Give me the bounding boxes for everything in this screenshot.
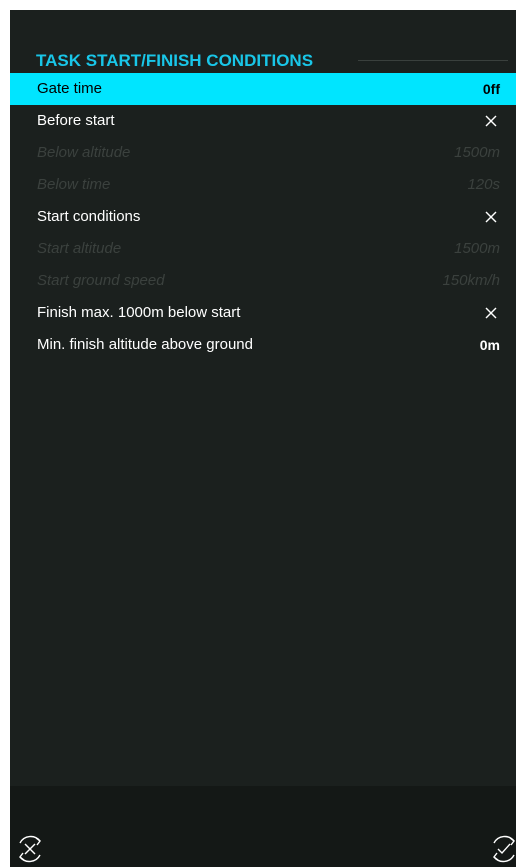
- row-value: 120s: [467, 176, 500, 193]
- section-title: TASK START/FINISH CONDITIONS: [36, 51, 314, 70]
- row-label: Below altitude: [37, 144, 131, 161]
- rotate-confirm-icon[interactable]: [486, 831, 516, 867]
- x-mark-icon[interactable]: [484, 306, 498, 320]
- row-value: 150km/h: [442, 272, 500, 289]
- x-mark-icon[interactable]: [484, 210, 498, 224]
- rotate-cancel-icon[interactable]: [12, 831, 48, 867]
- row-value: 0m: [479, 337, 500, 353]
- footer-bar: [10, 786, 516, 867]
- row-gate-time[interactable]: Gate time 0ff: [10, 73, 516, 105]
- row-label: Gate time: [37, 80, 103, 97]
- x-mark-icon[interactable]: [484, 114, 498, 128]
- row-start-conditions[interactable]: Start conditions: [10, 201, 516, 233]
- section-divider: [358, 60, 508, 61]
- row-label: Below time: [37, 176, 111, 193]
- row-label: Start conditions: [37, 208, 141, 225]
- row-finish-max-below-start[interactable]: Finish max. 1000m below start: [10, 297, 516, 329]
- row-value: 0ff: [482, 81, 500, 97]
- section-header: TASK START/FINISH CONDITIONS: [10, 50, 516, 72]
- row-label: Min. finish altitude above ground: [37, 336, 253, 353]
- row-before-start[interactable]: Before start: [10, 105, 516, 137]
- settings-screen: TASK START/FINISH CONDITIONS Gate time 0…: [10, 10, 516, 867]
- row-label: Before start: [37, 112, 115, 129]
- row-value: 1500m: [454, 240, 500, 257]
- row-start-altitude: Start altitude 1500m: [10, 233, 516, 265]
- row-start-ground-speed: Start ground speed 150km/h: [10, 265, 516, 297]
- row-label: Finish max. 1000m below start: [37, 304, 241, 321]
- row-label: Start ground speed: [37, 272, 165, 289]
- row-value: 1500m: [454, 144, 500, 161]
- row-label: Start altitude: [37, 240, 122, 257]
- row-min-finish-altitude[interactable]: Min. finish altitude above ground 0m: [10, 329, 516, 361]
- row-below-altitude: Below altitude 1500m: [10, 137, 516, 169]
- settings-list: Gate time 0ff Before start Below altitud…: [10, 73, 516, 361]
- row-below-time: Below time 120s: [10, 169, 516, 201]
